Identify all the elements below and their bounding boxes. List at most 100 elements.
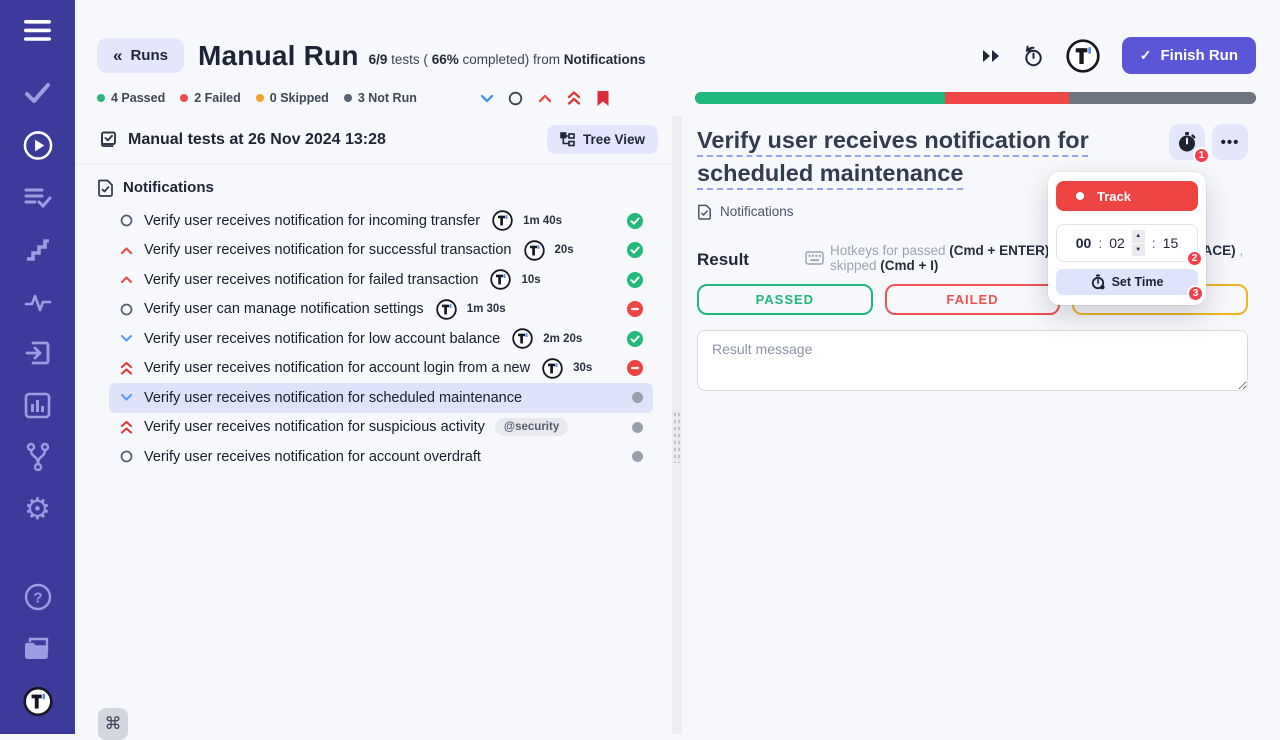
time-badge: 2 bbox=[1186, 250, 1203, 267]
priority-icon bbox=[119, 390, 134, 405]
test-duration: 30s bbox=[573, 362, 593, 375]
test-name: Verify user receives notification for ac… bbox=[144, 448, 481, 465]
stepper-down-icon[interactable]: ▼ bbox=[1131, 243, 1145, 256]
tests-list: Verify user receives notification for in… bbox=[75, 206, 672, 472]
help-icon[interactable]: ? bbox=[23, 582, 53, 611]
document-check-icon bbox=[697, 203, 712, 220]
failed-button[interactable]: FAILED bbox=[884, 284, 1061, 315]
fast-forward-icon[interactable] bbox=[982, 49, 1000, 63]
priority-filters bbox=[479, 90, 611, 106]
result-message-input[interactable] bbox=[697, 330, 1248, 391]
test-status-icon bbox=[632, 451, 643, 463]
progress-notrun bbox=[1069, 92, 1256, 104]
stepper-up-icon[interactable]: ▲ bbox=[1131, 230, 1145, 243]
command-shortcut-button[interactable]: ⌘ bbox=[98, 708, 128, 740]
status-dot-icon bbox=[97, 94, 105, 102]
testomat-logo-icon[interactable] bbox=[22, 686, 53, 716]
chevron-down-icon[interactable] bbox=[479, 90, 495, 106]
test-row[interactable]: Verify user receives notification for in… bbox=[109, 206, 653, 236]
set-time-button[interactable]: Set Time 3 bbox=[1056, 269, 1204, 302]
test-row[interactable]: Verify user receives notification for sc… bbox=[109, 383, 653, 413]
panel-splitter[interactable] bbox=[672, 116, 682, 734]
tree-view-button[interactable]: Tree View bbox=[546, 125, 658, 154]
test-duration: 1m 40s bbox=[523, 214, 563, 227]
priority-icon bbox=[119, 361, 134, 376]
test-row[interactable]: Verify user receives notification for su… bbox=[109, 413, 653, 443]
test-row[interactable]: Verify user receives notification for ac… bbox=[109, 442, 653, 472]
menu-icon[interactable] bbox=[23, 16, 53, 45]
status-counter: 2 Failed bbox=[180, 91, 241, 105]
test-name: Verify user receives notification for sc… bbox=[144, 389, 523, 406]
minutes-stepper[interactable]: ▲ ▼ bbox=[1131, 230, 1145, 256]
priority-icon bbox=[119, 272, 134, 287]
finish-run-button[interactable]: ✓ Finish Run bbox=[1121, 37, 1256, 74]
timer-badge: 1 bbox=[1193, 147, 1210, 164]
automated-test-logo-icon bbox=[435, 299, 457, 320]
test-status-icon bbox=[632, 392, 643, 404]
suite-group[interactable]: Notifications bbox=[75, 168, 672, 206]
status-counter: 0 Skipped bbox=[255, 91, 329, 105]
test-status-icon bbox=[627, 360, 643, 377]
test-status-icon bbox=[627, 242, 643, 259]
progress-passed bbox=[694, 92, 945, 104]
priority-icon bbox=[119, 420, 134, 435]
stopwatch-gear-icon bbox=[1091, 274, 1105, 290]
circle-icon[interactable] bbox=[508, 90, 524, 106]
time-input[interactable]: 00 : 02 ▲ ▼ : 15 2 bbox=[1056, 224, 1203, 267]
check-icon[interactable] bbox=[23, 79, 53, 108]
test-status-icon bbox=[632, 421, 643, 433]
test-row[interactable]: Verify user receives notification for fa… bbox=[109, 265, 653, 295]
automated-test-logo-icon bbox=[512, 328, 533, 349]
timer-button[interactable]: 1 bbox=[1169, 124, 1210, 164]
result-heading: Result bbox=[697, 250, 749, 269]
tree-icon bbox=[560, 132, 575, 147]
double-chevron-up-icon[interactable] bbox=[566, 90, 582, 106]
test-list-panel: Manual tests at 26 Nov 2024 13:28 Tree V… bbox=[75, 116, 672, 740]
check-icon: ✓ bbox=[1139, 47, 1152, 63]
test-status-icon bbox=[627, 212, 643, 229]
run-name: Manual tests at 26 Nov 2024 13:28 bbox=[128, 130, 386, 148]
status-row: 4 Passed 2 Failed 0 Skipped 3 Not Run bbox=[75, 86, 1280, 116]
more-options-button[interactable]: ••• bbox=[1212, 124, 1248, 160]
automated-test-logo-icon bbox=[542, 358, 563, 379]
test-name: Verify user receives notification for fa… bbox=[144, 271, 479, 288]
back-to-runs-button[interactable]: « Runs bbox=[97, 38, 184, 73]
seconds-value[interactable]: 15 bbox=[1163, 235, 1179, 251]
play-circle-icon[interactable] bbox=[23, 131, 53, 161]
splitter-grip-icon bbox=[673, 411, 681, 463]
track-button[interactable]: Track bbox=[1056, 181, 1198, 211]
priority-icon bbox=[119, 243, 134, 258]
priority-icon bbox=[119, 331, 134, 346]
test-row[interactable]: Verify user receives notification for lo… bbox=[109, 324, 653, 354]
header: « Runs Manual Run 6/9 tests ( 66% comple… bbox=[75, 0, 1280, 86]
bookmark-icon[interactable] bbox=[595, 90, 611, 106]
folder-icon[interactable] bbox=[23, 634, 53, 663]
test-row[interactable]: Verify user receives notification for ac… bbox=[109, 354, 653, 384]
test-row[interactable]: Verify user receives notification for su… bbox=[109, 236, 653, 266]
hours-value[interactable]: 00 bbox=[1076, 235, 1092, 251]
svg-text:?: ? bbox=[33, 589, 42, 606]
test-name: Verify user receives notification for su… bbox=[144, 242, 512, 259]
pulse-icon[interactable] bbox=[23, 287, 53, 316]
test-row[interactable]: Verify user can manage notification sett… bbox=[109, 295, 653, 325]
status-dot-icon bbox=[255, 94, 264, 102]
keyboard-icon bbox=[805, 251, 824, 265]
chevron-up-icon[interactable] bbox=[537, 90, 553, 106]
sign-in-icon[interactable] bbox=[23, 339, 53, 368]
testomat-logo-icon[interactable] bbox=[1066, 38, 1100, 73]
gear-icon[interactable]: ⚙ bbox=[23, 495, 53, 525]
timer-history-icon[interactable] bbox=[1022, 44, 1044, 68]
run-subtitle: 6/9 tests ( 66% completed) from Notifica… bbox=[368, 52, 646, 67]
test-name: Verify user receives notification for su… bbox=[144, 419, 485, 436]
task-list-icon[interactable] bbox=[23, 184, 53, 213]
bar-chart-icon[interactable] bbox=[23, 391, 53, 420]
sidebar: ⚙ ? bbox=[0, 0, 75, 734]
test-tag[interactable]: @security bbox=[494, 418, 569, 437]
passed-button[interactable]: PASSED bbox=[697, 284, 873, 315]
steps-icon[interactable] bbox=[23, 235, 53, 264]
test-duration: 2m 20s bbox=[543, 332, 583, 345]
priority-icon bbox=[119, 449, 134, 464]
test-status-icon bbox=[627, 271, 643, 288]
branch-icon[interactable] bbox=[23, 442, 53, 472]
minutes-value[interactable]: 02 bbox=[1109, 235, 1125, 251]
